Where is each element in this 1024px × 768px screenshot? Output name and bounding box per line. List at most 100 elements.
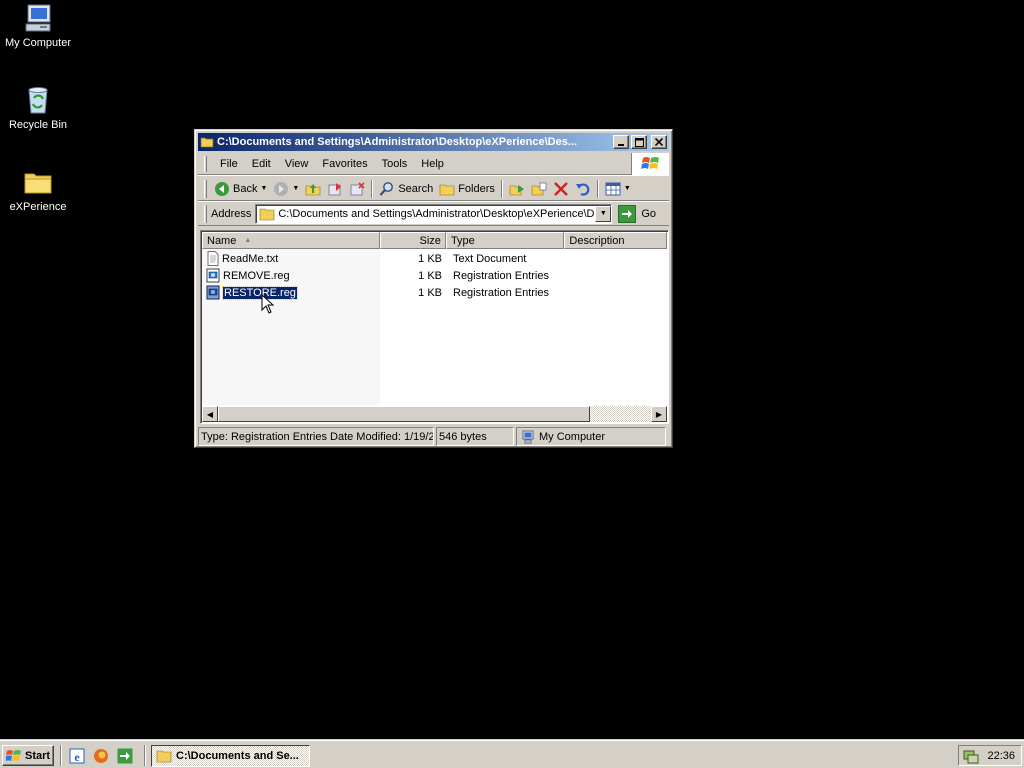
sort-ascending-icon: ▲ bbox=[244, 237, 252, 244]
reg-file-icon bbox=[206, 285, 220, 300]
menu-view[interactable]: View bbox=[278, 158, 316, 170]
back-dropdown-icon[interactable]: ▼ bbox=[260, 185, 267, 192]
folders-button[interactable]: Folders bbox=[436, 178, 498, 200]
menu-edit[interactable]: Edit bbox=[245, 158, 278, 170]
internet-explorer-icon: e bbox=[69, 748, 85, 764]
address-grip bbox=[204, 204, 207, 223]
menu-help[interactable]: Help bbox=[414, 158, 451, 170]
file-type: Registration Entries bbox=[453, 269, 549, 282]
windows-flag-icon bbox=[6, 749, 21, 761]
reg-file-icon bbox=[206, 268, 220, 283]
desktop-icon-my-computer[interactable]: My Computer bbox=[0, 2, 76, 49]
delete-icon bbox=[554, 181, 568, 196]
file-size: 1 KB bbox=[418, 286, 442, 299]
quick-launch-firefox[interactable] bbox=[92, 747, 110, 765]
taskbar-window-button[interactable]: C:\Documents and Se... bbox=[151, 745, 310, 767]
forward-dropdown-icon[interactable]: ▼ bbox=[292, 185, 299, 192]
go-label: Go bbox=[641, 207, 657, 220]
up-folder-icon bbox=[306, 183, 321, 195]
search-label: Search bbox=[398, 182, 434, 195]
scroll-track[interactable] bbox=[590, 406, 651, 422]
undo-button[interactable] bbox=[572, 178, 594, 200]
desktop-icon-recycle-bin[interactable]: Recycle Bin bbox=[0, 84, 76, 131]
up-folder-button[interactable] bbox=[302, 178, 324, 200]
search-button[interactable]: Search bbox=[376, 178, 436, 200]
file-name: RESTORE.reg bbox=[222, 285, 298, 300]
quick-launch-show-desktop[interactable] bbox=[116, 747, 134, 765]
text-file-icon bbox=[207, 251, 219, 266]
title-bar[interactable]: C:\Documents and Settings\Administrator\… bbox=[198, 133, 669, 151]
status-details: Type: Registration Entries Date Modified… bbox=[198, 427, 434, 446]
clock[interactable]: 22:36 bbox=[987, 750, 1015, 762]
my-computer-icon bbox=[522, 430, 534, 443]
file-type: Registration Entries bbox=[453, 286, 549, 299]
column-header-name[interactable]: Name ▲ bbox=[202, 232, 381, 249]
file-row[interactable]: ReadMe.txt 1 KB Text Document bbox=[202, 250, 667, 267]
status-zone-label: My Computer bbox=[539, 430, 606, 443]
minimize-button[interactable] bbox=[613, 135, 629, 149]
column-header-size[interactable]: Size bbox=[380, 232, 446, 249]
column-header-description[interactable]: Description bbox=[564, 232, 667, 249]
quick-launch-ie[interactable]: e bbox=[68, 747, 86, 765]
desktop-icon-label: My Computer bbox=[4, 37, 72, 49]
desktop-icon-experience[interactable]: eXPerience bbox=[0, 166, 76, 213]
address-input[interactable]: C:\Documents and Settings\Administrator\… bbox=[255, 203, 613, 224]
address-dropdown-button[interactable]: ▼ bbox=[595, 205, 612, 222]
file-name: ReadMe.txt bbox=[222, 252, 279, 265]
back-arrow-icon bbox=[215, 181, 229, 196]
maximize-icon bbox=[634, 137, 644, 147]
delete-button[interactable] bbox=[550, 178, 572, 200]
address-label: Address bbox=[211, 207, 252, 220]
taskbar-separator bbox=[144, 745, 146, 766]
window-title: C:\Documents and Settings\Administrator\… bbox=[217, 136, 578, 148]
copy-icon bbox=[531, 182, 547, 195]
column-header-label: Description bbox=[569, 234, 625, 247]
arrow-icon bbox=[117, 748, 133, 764]
menu-favorites[interactable]: Favorites bbox=[315, 158, 374, 170]
scroll-left-button[interactable]: ◀ bbox=[202, 406, 218, 422]
maximize-button[interactable] bbox=[631, 135, 647, 149]
network-icon[interactable] bbox=[963, 748, 979, 764]
move-button[interactable] bbox=[506, 178, 528, 200]
scroll-thumb[interactable] bbox=[218, 406, 590, 422]
firefox-icon bbox=[94, 749, 108, 763]
views-button[interactable]: ▼ bbox=[602, 178, 634, 200]
file-list-view[interactable]: Name ▲ Size Type Description ReadMe.txt … bbox=[200, 230, 669, 424]
menu-file[interactable]: File bbox=[213, 158, 245, 170]
column-header-type[interactable]: Type bbox=[445, 232, 565, 249]
delete-to-button[interactable] bbox=[346, 178, 368, 200]
move-to-button[interactable] bbox=[324, 178, 346, 200]
file-size: 1 KB bbox=[418, 269, 442, 282]
back-label: Back bbox=[233, 182, 258, 195]
menu-tools[interactable]: Tools bbox=[375, 158, 415, 170]
forward-arrow-icon bbox=[274, 181, 289, 196]
go-arrow-icon bbox=[618, 204, 637, 223]
address-value: C:\Documents and Settings\Administrator\… bbox=[278, 207, 596, 220]
file-name-cell: ReadMe.txt bbox=[202, 251, 380, 266]
views-icon bbox=[605, 182, 621, 195]
horizontal-scrollbar[interactable]: ◀ ▶ bbox=[202, 406, 667, 422]
status-size: 546 bytes bbox=[436, 427, 514, 446]
explorer-window: C:\Documents and Settings\Administrator\… bbox=[194, 129, 673, 448]
views-dropdown-icon[interactable]: ▼ bbox=[624, 185, 631, 192]
folders-icon bbox=[439, 184, 455, 195]
recycle-bin-icon bbox=[28, 87, 48, 114]
back-button[interactable]: Back ▼ bbox=[211, 178, 270, 200]
go-button[interactable]: Go bbox=[618, 204, 657, 223]
address-bar: Address C:\Documents and Settings\Admini… bbox=[198, 202, 669, 226]
windows-flag-icon bbox=[640, 156, 659, 169]
status-zone: My Computer bbox=[516, 427, 666, 446]
copy-to-icon bbox=[350, 181, 365, 195]
move-icon bbox=[509, 184, 524, 195]
start-button[interactable]: Start bbox=[2, 745, 54, 766]
close-icon bbox=[655, 138, 663, 146]
desktop-icon-label: eXPerience bbox=[9, 201, 67, 213]
scroll-right-button[interactable]: ▶ bbox=[651, 406, 667, 422]
forward-button[interactable]: ▼ bbox=[270, 178, 302, 200]
taskbar-separator bbox=[60, 745, 62, 766]
close-button[interactable] bbox=[651, 135, 667, 149]
start-label: Start bbox=[25, 749, 51, 762]
file-row[interactable]: REMOVE.reg 1 KB Registration Entries bbox=[202, 267, 667, 284]
copy-button[interactable] bbox=[528, 178, 550, 200]
minimize-icon bbox=[618, 144, 624, 146]
